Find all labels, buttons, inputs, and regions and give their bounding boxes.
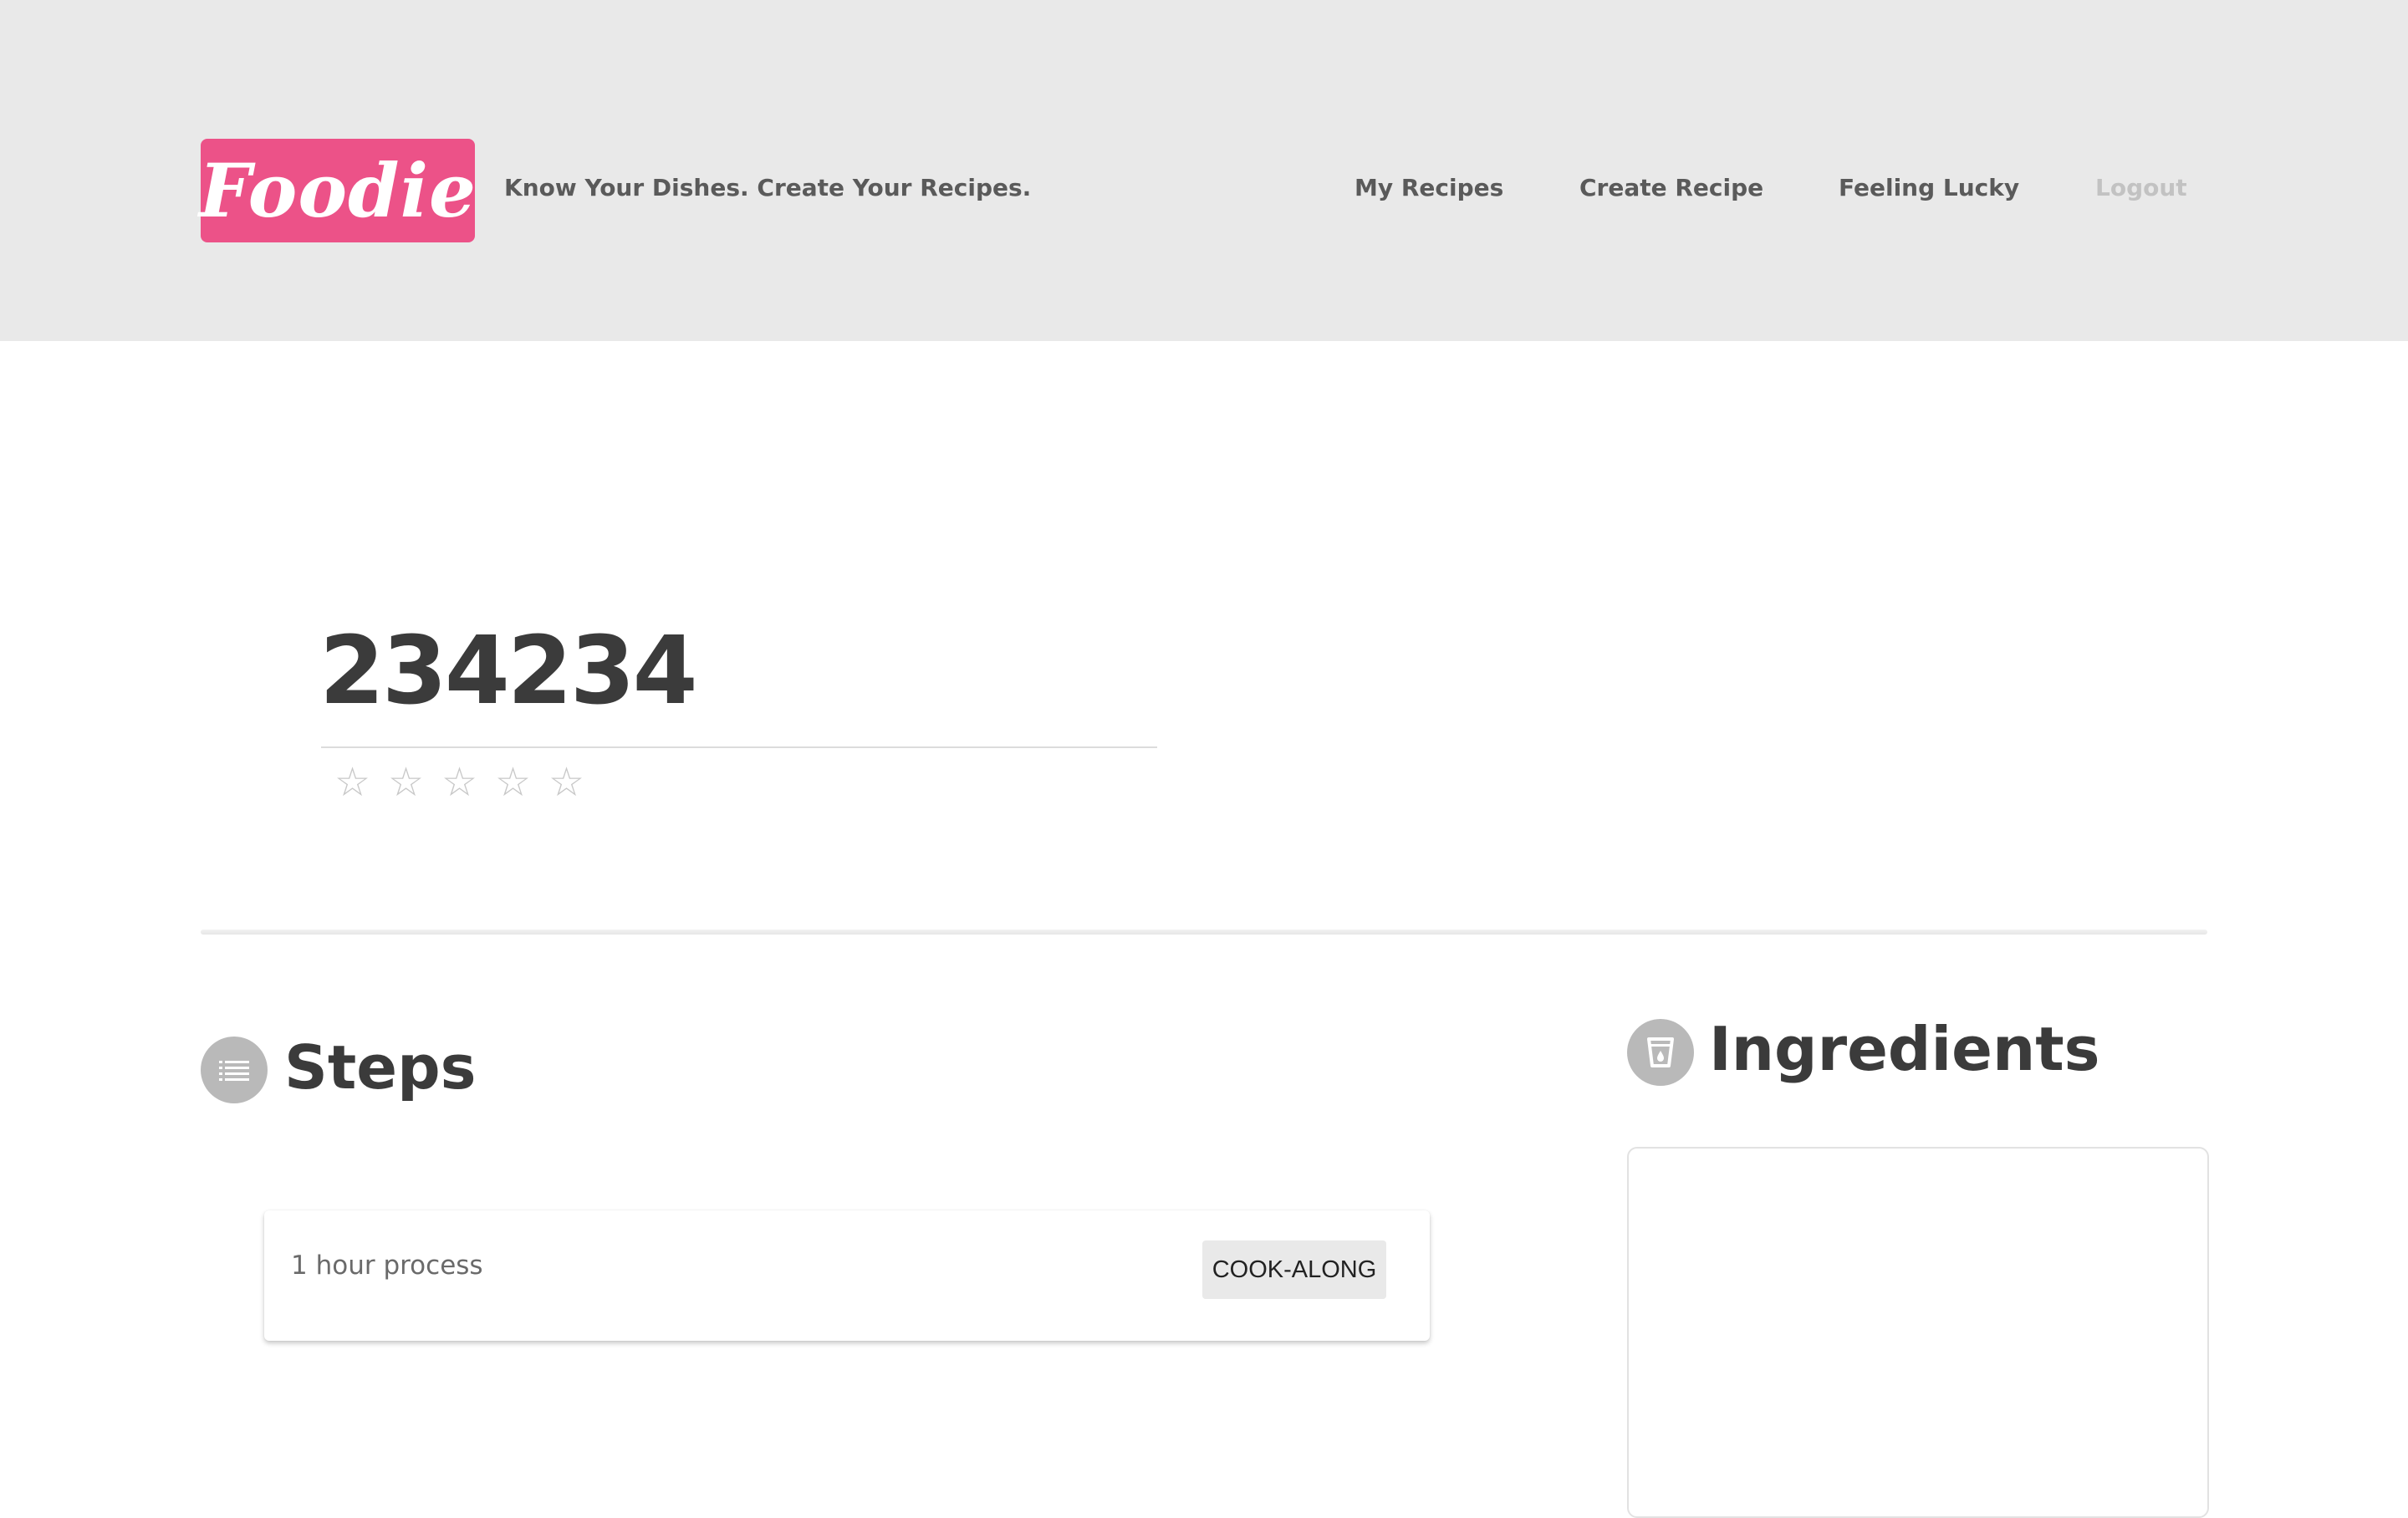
list-icon	[201, 1037, 268, 1103]
ingredients-heading: Ingredients	[1709, 1014, 2100, 1084]
star-icon[interactable]: ☆	[388, 759, 441, 806]
step-card: 1 hour process COOK-ALONG	[264, 1210, 1430, 1341]
section-divider	[201, 930, 2207, 935]
step-text: 1 hour process	[291, 1251, 483, 1281]
nav-my-recipes[interactable]: My Recipes	[1354, 174, 1503, 201]
star-icon[interactable]: ☆	[495, 759, 548, 806]
cook-along-button[interactable]: COOK-ALONG	[1202, 1240, 1386, 1299]
steps-heading: Steps	[284, 1032, 477, 1103]
nav-feeling-lucky[interactable]: Feeling Lucky	[1839, 174, 2019, 201]
star-icon[interactable]: ☆	[548, 759, 602, 806]
rating-stars[interactable]: ☆ ☆ ☆ ☆ ☆	[334, 759, 602, 806]
star-icon[interactable]: ☆	[441, 759, 495, 806]
ingredients-panel	[1627, 1147, 2209, 1518]
nav-create-recipe[interactable]: Create Recipe	[1579, 174, 1763, 201]
cup-icon	[1627, 1019, 1694, 1086]
logo-text: Foodie	[199, 147, 477, 234]
recipe-title: 234234	[319, 617, 698, 726]
star-icon[interactable]: ☆	[334, 759, 388, 806]
nav-logout[interactable]: Logout	[2095, 174, 2187, 201]
logo[interactable]: Foodie	[199, 139, 477, 242]
site-header: Foodie Know Your Dishes. Create Your Rec…	[0, 0, 2408, 341]
title-divider	[321, 746, 1157, 748]
tagline: Know Your Dishes. Create Your Recipes.	[504, 174, 1032, 201]
